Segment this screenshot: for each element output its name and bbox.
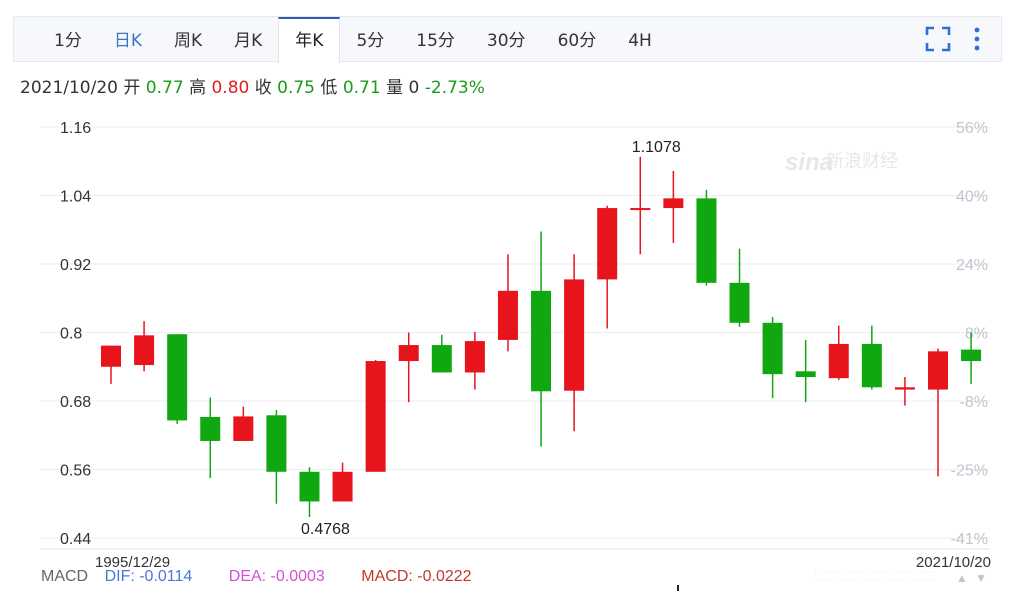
y-tick-label: 0.8	[60, 326, 82, 343]
x-end-label: 2021/10/20	[916, 554, 991, 571]
scroll-down-icon[interactable]: ▼	[975, 571, 987, 585]
candle	[497, 254, 518, 352]
candle	[332, 462, 353, 502]
min-label: 0.4768	[301, 521, 350, 538]
pct-tick-label: 40%	[956, 189, 988, 206]
candle	[828, 325, 849, 380]
macd-title: MACD	[41, 568, 89, 585]
candle	[795, 339, 816, 403]
candle	[729, 248, 750, 327]
watermark-name: 新浪财经	[826, 151, 898, 172]
candle	[696, 189, 717, 286]
y-tick-label: 0.92	[60, 257, 91, 274]
macd-dif: DIF: -0.0114	[104, 568, 193, 585]
candle-body	[365, 361, 386, 472]
y-tick-label: 0.68	[60, 394, 91, 411]
pct-tick-label: -8%	[960, 394, 988, 411]
candle	[134, 321, 155, 372]
candle	[630, 156, 651, 255]
scroll-arrows: ▲ ▼	[952, 571, 987, 585]
max-label: 1.1078	[632, 139, 681, 156]
candle-body	[597, 208, 618, 280]
pct-tick-label: 8%	[965, 326, 988, 343]
candle-body	[795, 371, 816, 378]
macd-indicator: MACD DIF: -0.0114 DEA: -0.0003 MACD: -0.…	[41, 568, 484, 586]
sina-watermark: sina 新浪财经	[785, 149, 898, 176]
candle-body	[564, 279, 585, 391]
candle-body	[431, 345, 452, 373]
candle	[663, 170, 684, 243]
pct-tick-label: -25%	[951, 463, 988, 480]
candle-body	[398, 345, 419, 362]
candle-body	[894, 387, 915, 390]
candle-body	[663, 198, 684, 209]
candle-body	[101, 345, 121, 367]
y-axis-ticks: 1.16 1.04 0.92 0.8 0.68 0.56 0.44	[60, 120, 91, 548]
candle	[762, 317, 783, 399]
candle	[167, 334, 188, 424]
candle-body	[961, 349, 982, 362]
candle	[597, 205, 618, 329]
candle-body	[762, 322, 783, 375]
y-tick-label: 0.44	[60, 531, 91, 548]
candle-body	[828, 343, 849, 379]
candle	[861, 325, 882, 390]
candle-body	[233, 416, 254, 441]
candle	[101, 345, 121, 384]
pct-tick-label: -41%	[951, 531, 988, 548]
candle-body	[861, 343, 882, 388]
candle	[928, 348, 948, 477]
macd-dea: DEA: -0.0003	[228, 568, 325, 585]
macd-value: MACD: -0.0222	[361, 568, 472, 585]
candle	[266, 410, 287, 504]
candle-body	[332, 471, 353, 502]
candle	[365, 359, 386, 472]
scroll-up-icon[interactable]: ▲	[956, 571, 968, 585]
percent-axis-ticks: 56% 40% 24% 8% -8% -25% -41%	[951, 120, 988, 548]
candle-body	[729, 282, 750, 323]
scroll-handle	[814, 571, 936, 581]
candlestick-chart[interactable]: sina 新浪财经 1.16 1.04 0.92 0.8 0.68 0.56 0.44 56…	[0, 0, 1017, 591]
candles	[101, 156, 982, 517]
candle-body	[299, 471, 320, 502]
candle-body	[497, 290, 518, 340]
candle-body	[134, 335, 155, 366]
candle-body	[464, 341, 485, 373]
candle-body	[531, 290, 552, 392]
candle-body	[167, 334, 188, 421]
candle-body	[696, 198, 717, 283]
y-tick-label: 1.16	[60, 120, 91, 137]
pct-tick-label: 56%	[956, 120, 988, 137]
y-tick-label: 1.04	[60, 189, 91, 206]
candle	[564, 254, 585, 432]
pct-tick-label: 24%	[956, 257, 988, 274]
candle	[200, 397, 221, 479]
candle	[398, 332, 419, 403]
candle-body	[630, 208, 651, 211]
y-tick-label: 0.56	[60, 463, 91, 480]
candle	[464, 331, 485, 390]
candle-body	[266, 415, 287, 472]
annotations: 1.1078 0.4768	[301, 139, 681, 538]
candle	[299, 467, 320, 517]
candle	[431, 334, 452, 373]
candle-body	[200, 416, 221, 441]
candle	[233, 406, 254, 441]
candle-body	[928, 351, 948, 390]
